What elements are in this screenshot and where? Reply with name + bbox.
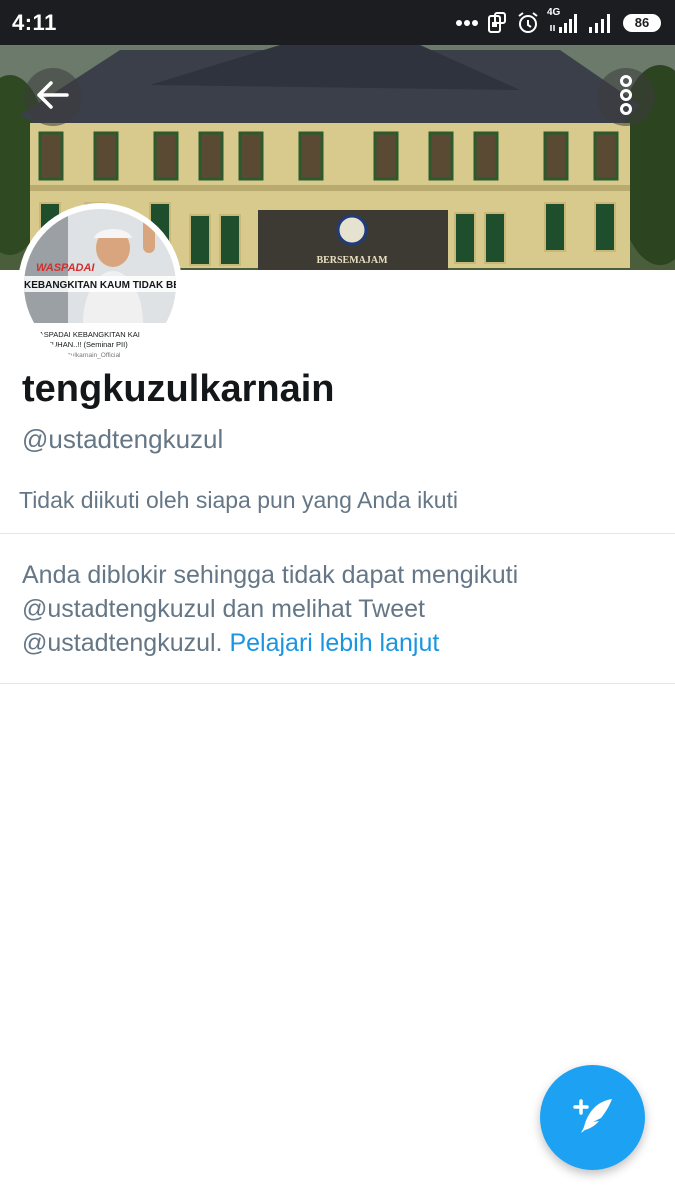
status-icons: 4G 86 (456, 7, 661, 35)
signal-4g-icon: 4G (547, 7, 579, 33)
blocked-notice-line1: Anda diblokir sehingga tidak dapat mengi… (22, 561, 519, 589)
notification-dots-icon (456, 19, 478, 27)
followers-you-know-text: Tidak diikuti oleh siapa pun yang Anda i… (19, 487, 458, 513)
vertical-dots-icon (619, 74, 633, 120)
profile-screen: 4:11 4G 86 BERSEMAJAM WASPADAI KEBANGKIT… (0, 0, 675, 1200)
signal-bars-icon (588, 13, 614, 33)
divider (0, 533, 675, 534)
avatar-image: WASPADAI KEBANGKITAN KAUM TIDAK BE WASPA… (20, 205, 180, 365)
back-button[interactable] (24, 68, 82, 126)
blocked-notice-line2: @ustadtengkuzul dan melihat Tweet (22, 595, 425, 623)
blocked-notice-line3: @ustadtengkuzul. (22, 629, 223, 657)
profile-handle: @ustadtengkuzul (22, 424, 224, 454)
compose-tweet-button[interactable] (540, 1065, 645, 1170)
alarm-clock-icon (516, 11, 540, 35)
compose-tweet-icon (568, 1093, 618, 1142)
learn-more-link[interactable]: Pelajari lebih lanjut (229, 629, 439, 657)
avatar-overlay-title: WASPADAI (36, 262, 95, 274)
avatar-overlay-subtitle: KEBANGKITAN KAUM TIDAK BE (24, 280, 180, 291)
display-name: tengkuzulkarnain (22, 368, 335, 410)
divider (0, 683, 675, 684)
arrow-left-icon (36, 80, 70, 115)
blocked-notice: Anda diblokir sehingga tidak dapat mengi… (22, 558, 642, 660)
screen-rotate-icon (487, 11, 507, 34)
status-time: 4:11 (12, 9, 57, 35)
banner-sign-text: BERSEMAJAM (316, 255, 388, 266)
battery-indicator: 86 (623, 13, 661, 32)
profile-avatar[interactable]: WASPADAI KEBANGKITAN KAUM TIDAK BE WASPA… (18, 203, 182, 367)
status-bar: 4:11 4G 86 (0, 0, 675, 45)
network-type-label: 4G (547, 6, 561, 18)
more-options-button[interactable] (597, 68, 655, 126)
avatar-caption-line1: WASPADAI KEBANGKITAN KAI (32, 330, 140, 339)
